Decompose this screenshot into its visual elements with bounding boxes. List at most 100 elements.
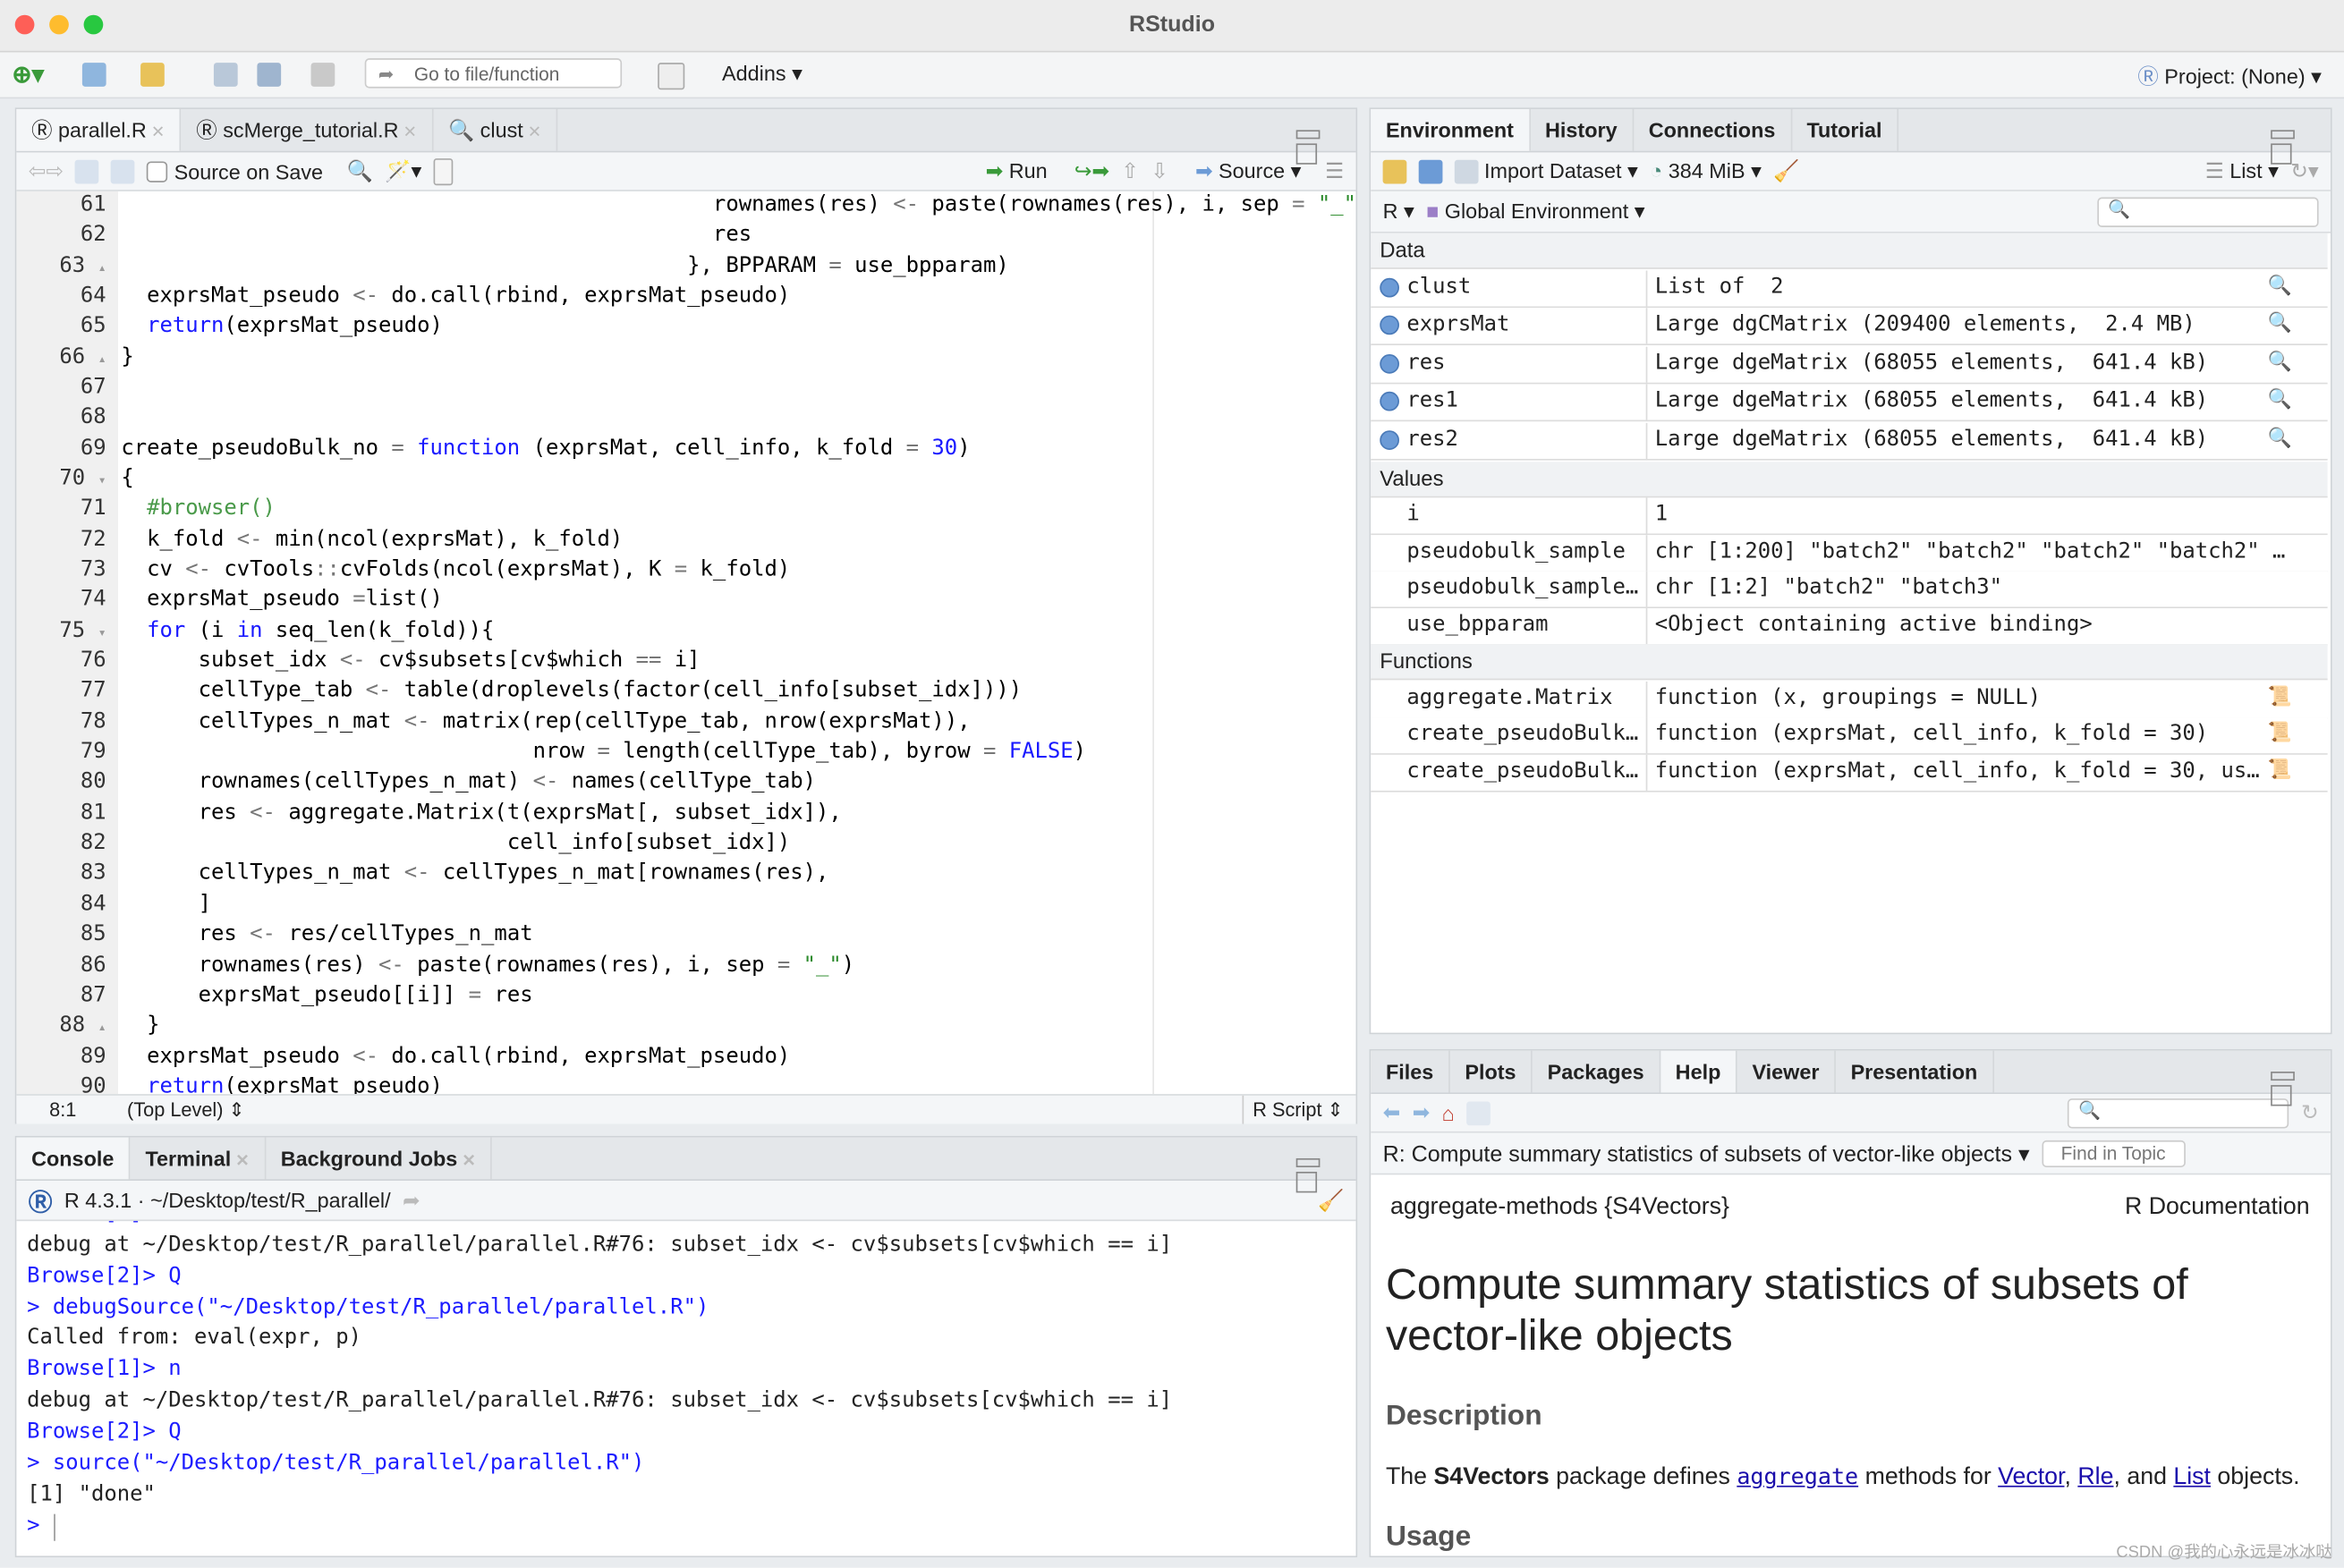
tab-help[interactable]: Help	[1660, 1050, 1737, 1093]
compile-report-icon[interactable]	[433, 157, 454, 185]
view-mode-selector[interactable]: ☰ List ▾	[2205, 158, 2279, 183]
open-file-icon[interactable]	[140, 63, 165, 87]
view-data-icon[interactable]: 🔍	[2267, 428, 2291, 450]
view-function-icon[interactable]: 📜	[2267, 722, 2291, 744]
view-data-icon[interactable]: 🔍	[2267, 389, 2291, 411]
expand-icon[interactable]	[1380, 276, 1399, 297]
outline-icon[interactable]: ☰	[1325, 158, 1344, 183]
vector-link[interactable]: Vector	[1998, 1465, 2064, 1490]
tab-packages[interactable]: Packages	[1533, 1050, 1660, 1093]
tab-console[interactable]: Console	[16, 1137, 131, 1180]
help-minmax-controls[interactable]	[2271, 1063, 2315, 1106]
tab-viewer[interactable]: Viewer	[1737, 1050, 1836, 1093]
source-on-save-checkbox[interactable]: Source on Save	[147, 159, 323, 183]
search-icon[interactable]: 🔍	[347, 158, 373, 183]
tab-terminal[interactable]: Terminal ✕	[131, 1137, 267, 1180]
expand-icon[interactable]	[1380, 315, 1399, 335]
topic-selector[interactable]: R: Compute summary statistics of subsets…	[1383, 1140, 2030, 1166]
save-icon[interactable]	[213, 63, 238, 87]
environment-search-input[interactable]: 🔍	[2097, 196, 2319, 227]
fold-arrow-icon[interactable]: ▾	[98, 474, 106, 489]
env-row[interactable]: pseudobulk_sample… chr [1:2] "batch2" "ba…	[1371, 571, 2328, 609]
tab-presentation[interactable]: Presentation	[1836, 1050, 1994, 1093]
aggregate-link[interactable]: aggregate	[1737, 1463, 1858, 1490]
go-down-icon[interactable]: ⇩	[1151, 158, 1168, 183]
expand-icon[interactable]	[1380, 392, 1399, 411]
tab-environment[interactable]: Environment	[1371, 108, 1531, 151]
console-working-dir[interactable]: R 4.3.1 · ~/Desktop/test/R_parallel/	[64, 1188, 391, 1212]
scope-selector[interactable]: ■ Global Environment ▾	[1426, 199, 1644, 224]
back-icon[interactable]: ⬅	[1383, 1100, 1401, 1125]
env-row[interactable]: aggregate.Matrix function (x, groupings =…	[1371, 681, 2328, 718]
tab-background-jobs[interactable]: Background Jobs ✕	[266, 1137, 493, 1180]
env-row[interactable]: res1 Large dgeMatrix (68055 elements, 641…	[1371, 384, 2328, 422]
magic-wand-icon[interactable]: 🪄▾	[385, 158, 421, 183]
code-editor[interactable]: 61 rownames(res) <- paste(rownames(res),…	[16, 191, 1355, 1095]
rle-link[interactable]: Rle	[2077, 1465, 2113, 1490]
scope-selector[interactable]: (Top Level) ⇕	[127, 1096, 245, 1124]
env-row[interactable]: pseudobulk_sample chr [1:200] "batch2" "b…	[1371, 534, 2328, 572]
view-function-icon[interactable]: 📜	[2267, 759, 2291, 781]
tab-connections[interactable]: Connections	[1634, 108, 1792, 151]
tab-parallel-r[interactable]: Ⓡ parallel.R ✕	[16, 108, 182, 151]
checkbox-box[interactable]	[147, 160, 168, 182]
find-in-topic-input[interactable]: Find in Topic	[2041, 1140, 2186, 1167]
project-menu[interactable]: Ⓡ Project: (None) ▾	[2137, 62, 2321, 91]
import-dataset-button[interactable]: Import Dataset ▾	[1454, 158, 1638, 184]
save-workspace-icon[interactable]	[1418, 158, 1443, 183]
env-row[interactable]: use_bpparam <Object containing active bin…	[1371, 607, 2328, 646]
tab-files[interactable]: Files	[1371, 1050, 1450, 1093]
fold-arrow-icon[interactable]: ▴	[98, 261, 106, 276]
goto-file-input[interactable]: ➦ Go to file/function	[364, 58, 623, 89]
load-workspace-icon[interactable]	[1382, 158, 1407, 183]
env-minmax-controls[interactable]	[2271, 121, 2315, 165]
tab-clust[interactable]: 🔍 clust ✕	[433, 108, 558, 151]
close-tab-icon[interactable]: ✕	[528, 124, 541, 142]
close-tab-icon[interactable]: ✕	[403, 124, 417, 142]
env-row[interactable]: clust List of 2 🔍	[1371, 269, 2328, 308]
memory-usage-button[interactable]: ◔ 384 MiB ▾	[1650, 158, 1762, 183]
tab-scmerge-tutorial-r[interactable]: Ⓡ scMerge_tutorial.R ✕	[182, 108, 434, 151]
console-output[interactable]: Browse[1]> n debug at ~/Desktop/test/R_pa…	[16, 1221, 1353, 1553]
tab-plots[interactable]: Plots	[1450, 1050, 1533, 1093]
env-row[interactable]: exprsMat Large dgCMatrix (209400 elements…	[1371, 308, 2328, 346]
home-icon[interactable]: ⌂	[1442, 1101, 1455, 1125]
show-in-window-icon[interactable]	[75, 158, 100, 183]
new-project-icon[interactable]	[81, 63, 106, 87]
forward-icon[interactable]: ➡	[1413, 1100, 1431, 1125]
close-tab-icon[interactable]: ✕	[151, 124, 165, 142]
console-minmax-controls[interactable]	[1295, 1149, 1341, 1193]
env-row[interactable]: i1	[1371, 497, 2328, 536]
view-function-icon[interactable]: 📜	[2267, 685, 2291, 708]
language-selector[interactable]: R ▾	[1383, 199, 1414, 224]
help-search-input[interactable]: 🔍	[2068, 1098, 2289, 1128]
tab-tutorial[interactable]: Tutorial	[1792, 108, 1898, 151]
expand-icon[interactable]	[1380, 430, 1399, 450]
fold-arrow-icon[interactable]: ▴	[98, 1021, 106, 1037]
view-data-icon[interactable]: 🔍	[2267, 312, 2291, 335]
env-row[interactable]: create_pseudoBulk… function (exprsMat, ce…	[1371, 717, 2328, 755]
close-tab-icon[interactable]: ✕	[235, 1152, 249, 1170]
print-icon[interactable]	[310, 63, 335, 87]
filetype-selector[interactable]: R Script ⇕	[1242, 1095, 1344, 1124]
new-file-icon[interactable]: ⊕▾	[12, 60, 44, 89]
addins-menu[interactable]: Addins ▾	[722, 62, 803, 87]
view-data-icon[interactable]: 🔍	[2267, 275, 2291, 297]
expand-icon[interactable]	[1380, 353, 1399, 374]
save-icon[interactable]	[111, 158, 136, 183]
view-data-icon[interactable]: 🔍	[2267, 351, 2291, 373]
show-in-window-icon[interactable]	[1466, 1100, 1490, 1125]
rerun-icon[interactable]: ↪➡	[1074, 158, 1109, 183]
clear-workspace-broom-icon[interactable]: 🧹	[1773, 158, 1799, 183]
goto-dir-icon[interactable]: ➦	[403, 1188, 420, 1213]
grid-layout-icon[interactable]	[658, 63, 685, 90]
env-row[interactable]: res Large dgeMatrix (68055 elements, 641.…	[1371, 346, 2328, 384]
env-row[interactable]: res2 Large dgeMatrix (68055 elements, 641…	[1371, 422, 2328, 461]
pane-minmax-controls[interactable]	[1295, 121, 1341, 165]
fold-arrow-icon[interactable]: ▾	[98, 626, 106, 641]
tab-history[interactable]: History	[1530, 108, 1635, 151]
source-button[interactable]: ➡ Source ▾	[1195, 158, 1301, 183]
env-row[interactable]: create_pseudoBulk… function (exprsMat, ce…	[1371, 753, 2328, 792]
fold-arrow-icon[interactable]: ▴	[98, 352, 106, 368]
go-up-icon[interactable]: ⇧	[1121, 158, 1139, 183]
